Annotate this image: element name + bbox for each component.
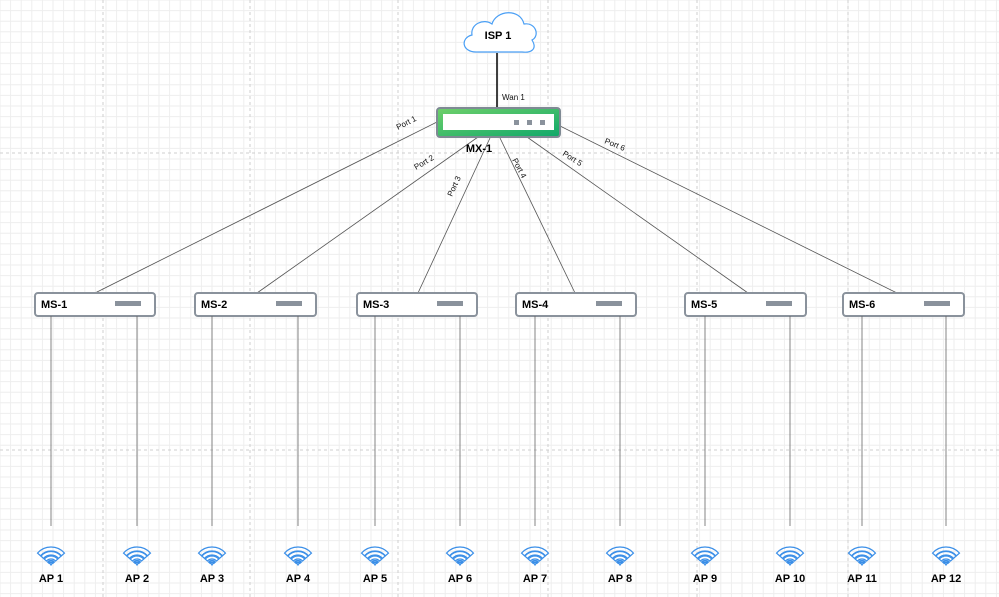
ap-label: AP 2 bbox=[125, 573, 149, 585]
switch-port-bar bbox=[276, 301, 302, 306]
access-point-10[interactable]: AP 10 bbox=[775, 546, 805, 585]
port-label: Port 3 bbox=[446, 174, 463, 198]
isp-label: ISP 1 bbox=[485, 30, 512, 42]
access-point-5[interactable]: AP 5 bbox=[360, 546, 390, 585]
switch-label: MS-2 bbox=[201, 299, 227, 311]
switch-port-bar bbox=[437, 301, 463, 306]
appliance-led bbox=[514, 120, 519, 125]
switch-port-bar bbox=[115, 301, 141, 306]
access-point-7[interactable]: AP 7 bbox=[520, 546, 550, 585]
firewall-label: MX-1 bbox=[466, 143, 492, 155]
port-link bbox=[94, 121, 438, 294]
switch-port-bar bbox=[596, 301, 622, 306]
access-point-8[interactable]: AP 8 bbox=[605, 546, 635, 585]
port-label: Port 4 bbox=[510, 157, 528, 181]
network-diagram: Port 1Port 2Port 3Port 4 Port 5Port 6 ISP… bbox=[0, 0, 999, 597]
ap-label: AP 11 bbox=[847, 573, 877, 585]
ap-label: AP 8 bbox=[608, 573, 632, 585]
access-point-6[interactable]: AP 6 bbox=[445, 546, 475, 585]
switch-label: MS-4 bbox=[522, 299, 549, 311]
switch-label: MS-3 bbox=[363, 299, 389, 311]
ap-label: AP 4 bbox=[286, 573, 311, 585]
ap-label: AP 6 bbox=[448, 573, 472, 585]
switch-2[interactable]: MS-2 bbox=[194, 292, 317, 317]
port-link bbox=[559, 125, 898, 294]
switch-label: MS-5 bbox=[691, 299, 717, 311]
wan-label: Wan 1 bbox=[502, 93, 525, 102]
access-point-1[interactable]: AP 1 bbox=[36, 546, 66, 585]
switch-1[interactable]: MS-1 bbox=[34, 292, 156, 317]
appliance-faceplate bbox=[443, 114, 554, 130]
switch-6[interactable]: MS-6 bbox=[842, 292, 965, 317]
ap-label: AP 10 bbox=[775, 573, 805, 585]
access-point-9[interactable]: AP 9 bbox=[690, 546, 720, 585]
switch-4[interactable]: MS-4 bbox=[515, 292, 637, 317]
appliance-led bbox=[540, 120, 545, 125]
switch-port-bar bbox=[766, 301, 792, 306]
ap-label: AP 12 bbox=[931, 573, 961, 585]
switch-3[interactable]: MS-3 bbox=[356, 292, 478, 317]
ap-label: AP 5 bbox=[363, 573, 387, 585]
switch-port-bar bbox=[924, 301, 950, 306]
switch-label: MS-6 bbox=[849, 299, 875, 311]
switch-5[interactable]: MS-5 bbox=[684, 292, 807, 317]
access-point-12[interactable]: AP 12 bbox=[931, 546, 961, 585]
ap-label: AP 3 bbox=[200, 573, 224, 585]
links: Port 1Port 2Port 3Port 4 Port 5Port 6 bbox=[94, 114, 898, 294]
ap-label: AP 1 bbox=[39, 573, 63, 585]
port-link bbox=[526, 136, 749, 294]
isp-cloud[interactable]: ISP 1 bbox=[463, 12, 537, 53]
switch-label: MS-1 bbox=[41, 299, 67, 311]
ap-label: AP 9 bbox=[693, 573, 717, 585]
access-point-11[interactable]: AP 11 bbox=[847, 546, 877, 585]
appliance-led bbox=[527, 120, 532, 125]
ap-label: AP 7 bbox=[523, 573, 547, 585]
